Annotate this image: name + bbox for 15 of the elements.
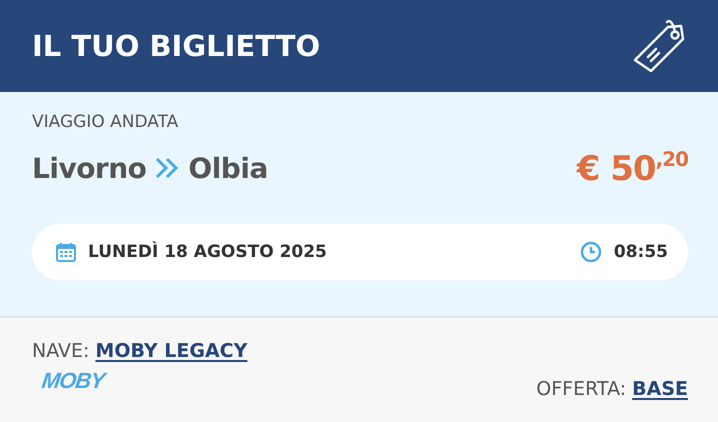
departure-date: LUNEDÌ 18 AGOSTO 2025 [88, 242, 327, 262]
double-chevron-icon [154, 157, 180, 179]
offer-label: OFFERTA: [536, 378, 626, 400]
moby-logo: MOBY [40, 368, 106, 394]
price: € 50$^{,20}$ [576, 147, 688, 189]
clock-icon [580, 241, 602, 263]
destination-city: Olbia [188, 152, 268, 184]
departure-time: 08:55 [614, 242, 668, 262]
ship-label: NAVE: [32, 340, 90, 362]
ship-name-link[interactable]: MOBY LEGACY [95, 340, 248, 362]
ticket-title: IL TUO BIGLIETTO [32, 29, 320, 63]
calendar-icon [56, 242, 76, 262]
origin-city: Livorno [32, 152, 146, 184]
offer-name-link[interactable]: BASE [632, 378, 688, 400]
trip-label: VIAGGIO ANDATA [32, 112, 178, 132]
